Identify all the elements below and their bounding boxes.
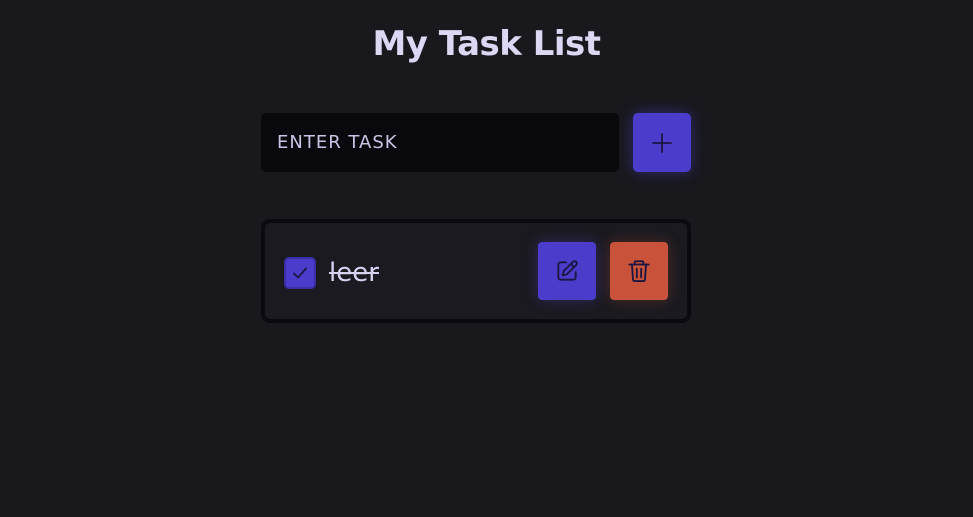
task-list: leer	[261, 219, 691, 323]
edit-task-button[interactable]	[538, 242, 596, 300]
task-checkbox[interactable]	[284, 257, 316, 289]
page-title: My Task List	[372, 24, 601, 64]
task-item: leer	[265, 223, 687, 319]
task-input[interactable]	[261, 113, 619, 172]
plus-icon	[651, 132, 673, 154]
delete-task-button[interactable]	[610, 242, 668, 300]
check-icon	[291, 264, 309, 282]
trash-icon	[626, 258, 652, 284]
task-text: leer	[329, 258, 379, 288]
add-task-button[interactable]	[633, 113, 691, 172]
pencil-square-icon	[554, 258, 580, 284]
